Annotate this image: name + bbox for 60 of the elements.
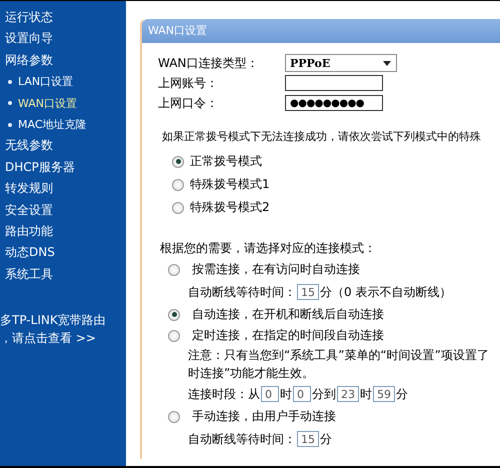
input-field[interactable]: 0 — [293, 386, 311, 402]
field-label: 分 — [320, 430, 332, 448]
input-field[interactable]: 15 — [297, 431, 319, 447]
note-text: 时连接”功能才能生效。 — [188, 364, 314, 382]
sidebar-item[interactable]: 路由功能 — [0, 220, 126, 242]
panel-header: WAN口设置 — [142, 19, 500, 43]
radio-button[interactable] — [172, 156, 184, 168]
password-field[interactable]: ●●●●●●●●● — [285, 95, 383, 111]
radio-button[interactable] — [168, 330, 180, 342]
radio-label: 正常拨号模式 — [190, 153, 262, 170]
radio-button[interactable] — [172, 178, 184, 190]
input-field[interactable] — [285, 75, 383, 91]
radio-button[interactable] — [168, 410, 180, 422]
radio-label: 定时连接，在指定的时间段自动连接 — [192, 327, 384, 344]
field-label: 分到 — [312, 386, 336, 402]
sidebar-item[interactable]: 无线参数 — [0, 135, 126, 157]
sidebar-item[interactable]: 动态DNS — [0, 242, 126, 264]
field-label: WAN口连接类型： — [158, 54, 260, 72]
sidebar-item[interactable]: 运行状态 — [0, 7, 126, 28]
promo-link[interactable]: ，请点击查看 >> — [0, 329, 126, 348]
field-label: 上网口令： — [158, 94, 219, 112]
radio-label: 特殊拨号模式2 — [190, 199, 270, 216]
bullet-icon — [8, 122, 12, 127]
promo-link[interactable]: 多TP-LINK宽带路由 — [0, 311, 126, 330]
field-label: 时 — [360, 386, 372, 402]
field-label: 分 — [320, 284, 332, 300]
input-field[interactable]: 0 — [261, 386, 279, 402]
hint-text: 如果正常拨号模式下无法连接成功，请依次尝试下列模式中的特殊 — [161, 129, 482, 145]
field-label: 分 — [396, 386, 408, 402]
sidebar-subitem[interactable]: MAC地址克隆 — [18, 117, 87, 132]
sidebar-item[interactable]: 设置向导 — [0, 28, 126, 50]
field-label: （0 表示不自动断线） — [332, 284, 452, 300]
input-field[interactable]: 59 — [373, 386, 395, 402]
field-label: 时 — [280, 386, 292, 402]
sidebar-subitem[interactable]: WAN口设置 — [18, 96, 78, 111]
sidebar-subitem[interactable]: LAN口设置 — [18, 74, 74, 90]
radio-label: 特殊拨号模式1 — [190, 176, 270, 193]
sidebar-item[interactable]: 系统工具 — [0, 264, 126, 286]
caret-icon — [383, 60, 391, 66]
input-field[interactable]: 23 — [337, 386, 359, 402]
sidebar-item[interactable]: 网络参数 — [0, 50, 126, 72]
radio-label: 手动连接，由用户手动连接 — [192, 408, 336, 425]
bullet-icon — [8, 101, 12, 106]
connection-type-select[interactable]: PPPoE — [285, 54, 397, 72]
note-text: 注意：只有当您到“系统工具”菜单的“时间设置”项设置了 — [188, 346, 489, 364]
input-field[interactable]: 15 — [297, 284, 319, 300]
radio-button[interactable] — [168, 264, 180, 276]
hint-text: 根据您的需要，请选择对应的连接模式： — [159, 240, 377, 257]
bullet-icon — [8, 80, 12, 84]
sidebar-item[interactable]: DHCP服务器 — [0, 156, 126, 178]
sidebar-item[interactable]: 转发规则 — [0, 178, 126, 200]
field-label: 上网账号： — [158, 74, 219, 92]
radio-label: 按需连接，在有访问时自动连接 — [192, 261, 360, 278]
radio-label: 自动连接，在开机和断线后自动连接 — [192, 306, 384, 323]
field-label: 自动断线等待时间： — [188, 284, 296, 300]
radio-button[interactable] — [168, 308, 180, 320]
field-label: 连接时段：从 — [188, 386, 260, 402]
radio-button[interactable] — [172, 202, 184, 214]
sidebar-item[interactable]: 安全设置 — [0, 200, 126, 221]
field-label: 自动断线等待时间： — [188, 430, 296, 448]
